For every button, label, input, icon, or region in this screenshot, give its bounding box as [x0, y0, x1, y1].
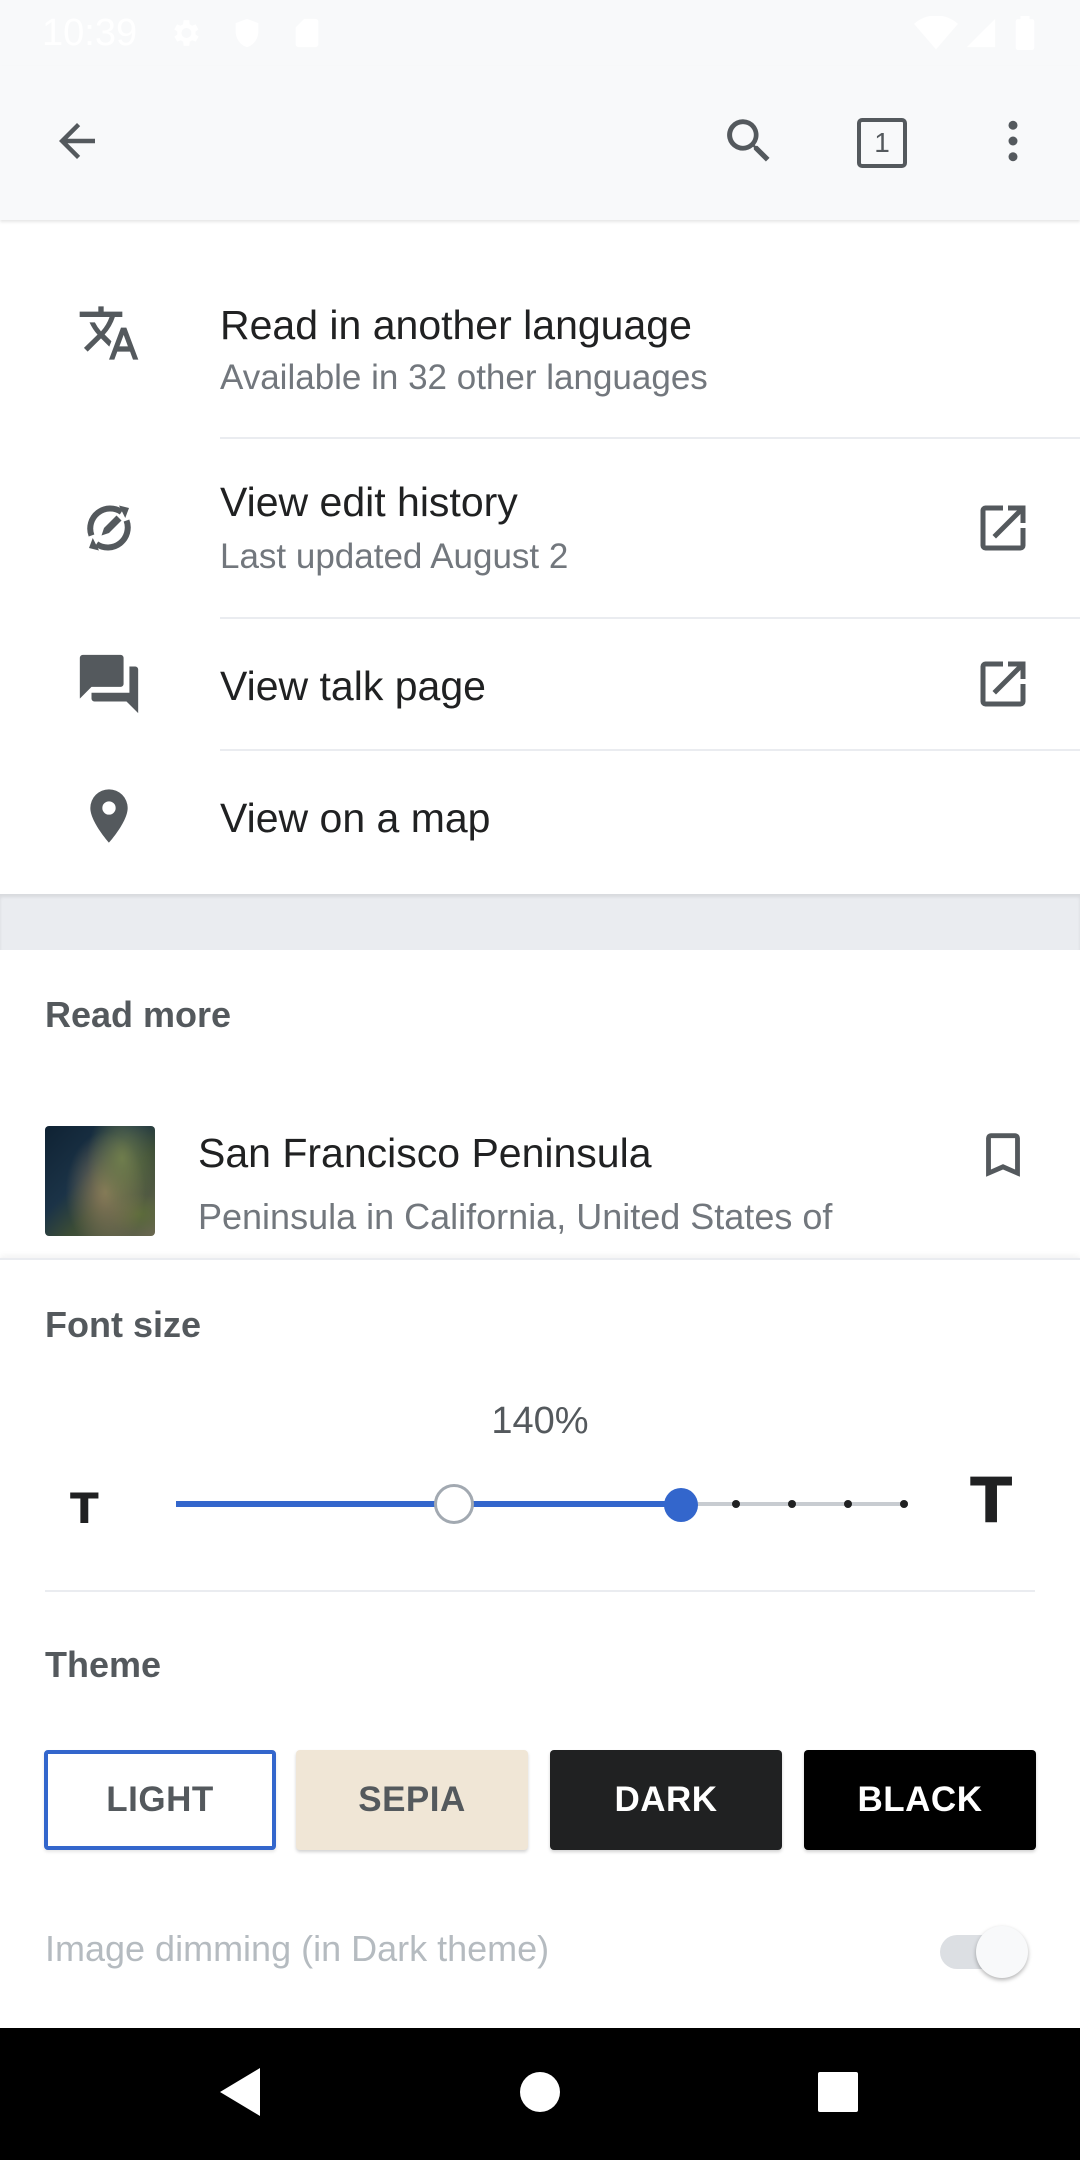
back-button[interactable] [40, 106, 114, 180]
toggle-knob [976, 1926, 1028, 1978]
talk-icon [72, 647, 146, 721]
font-size-value: 140% [491, 1400, 589, 1442]
menu-item-view-on-map[interactable]: View on a map [0, 751, 1080, 881]
back-triangle-icon [216, 2066, 264, 2123]
menu-item-subtitle: Available in 32 other languages [220, 358, 708, 397]
slider-tick [732, 1500, 740, 1508]
slider-tick [900, 1500, 908, 1508]
image-dimming-label: Image dimming (in Dark theme) [45, 1928, 550, 1969]
tabs-button[interactable]: 1 [845, 106, 919, 180]
map-pin-icon [72, 779, 146, 853]
system-nav-bar [0, 2028, 1080, 2160]
slider-fill [176, 1501, 681, 1507]
section-separator [0, 894, 1080, 950]
external-link-icon [966, 491, 1040, 565]
read-more-header: Read more [45, 994, 232, 1035]
menu-item-title: View talk page [220, 663, 486, 709]
menu-item-talk-page[interactable]: View talk page [0, 619, 1080, 749]
shield-icon [230, 16, 264, 50]
tabs-icon: 1 [857, 118, 907, 168]
article-thumbnail [45, 1126, 155, 1236]
decrease-font-button[interactable]: T [70, 1484, 99, 1533]
article-description: Peninsula in California, United States o… [198, 1196, 833, 1237]
menu-item-title: View edit history [220, 479, 518, 525]
bookmark-icon [974, 1126, 1032, 1189]
edit-history-icon [72, 491, 146, 565]
status-bar: 10:39 [0, 0, 1080, 66]
recents-square-icon [817, 2071, 859, 2118]
slider-tick [844, 1500, 852, 1508]
menu-item-other-languages[interactable]: Read in another language Available in 32… [0, 260, 1080, 438]
slider-tick [788, 1500, 796, 1508]
nav-back-button[interactable] [200, 2054, 280, 2134]
theme-sepia-button[interactable]: SEPIA [296, 1750, 528, 1850]
reading-preferences-sheet [0, 1258, 1080, 2028]
sd-card-icon [290, 16, 324, 50]
menu-item-title: Read in another language [220, 302, 692, 348]
more-vert-icon [986, 114, 1040, 173]
nav-recents-button[interactable] [798, 2054, 878, 2134]
theme-label: Theme [45, 1644, 162, 1685]
search-icon [720, 112, 778, 175]
search-button[interactable] [712, 106, 786, 180]
back-arrow-icon [50, 114, 104, 173]
home-circle-icon [519, 2071, 561, 2118]
wifi-icon [914, 15, 958, 50]
theme-light-button[interactable]: LIGHT [44, 1750, 276, 1850]
theme-black-button[interactable]: BLACK [804, 1750, 1036, 1850]
divider [45, 1590, 1035, 1592]
menu-item-title: View on a map [220, 795, 491, 841]
menu-item-edit-history[interactable]: View edit history Last updated August 2 [0, 439, 1080, 617]
theme-dark-button[interactable]: DARK [550, 1750, 782, 1850]
increase-font-button[interactable]: T [970, 1464, 1012, 1537]
bookmark-button[interactable] [966, 1120, 1040, 1194]
status-time: 10:39 [42, 12, 138, 54]
tab-count: 1 [874, 127, 890, 158]
more-options-button[interactable] [976, 106, 1050, 180]
settings-icon [168, 16, 202, 50]
font-size-slider[interactable] [176, 1476, 908, 1532]
toolbar: 1 [0, 66, 1080, 220]
article-title: San Francisco Peninsula [198, 1130, 652, 1176]
slider-thumb[interactable] [664, 1488, 698, 1522]
slider-default-marker [434, 1484, 474, 1524]
menu-item-subtitle: Last updated August 2 [220, 537, 569, 576]
image-dimming-toggle[interactable] [936, 1918, 1028, 1978]
external-link-icon [966, 647, 1040, 721]
translate-icon [72, 296, 146, 370]
signal-icon [964, 16, 998, 50]
nav-home-button[interactable] [500, 2054, 580, 2134]
font-size-label: Font size [45, 1304, 202, 1345]
battery-icon [1014, 16, 1036, 50]
